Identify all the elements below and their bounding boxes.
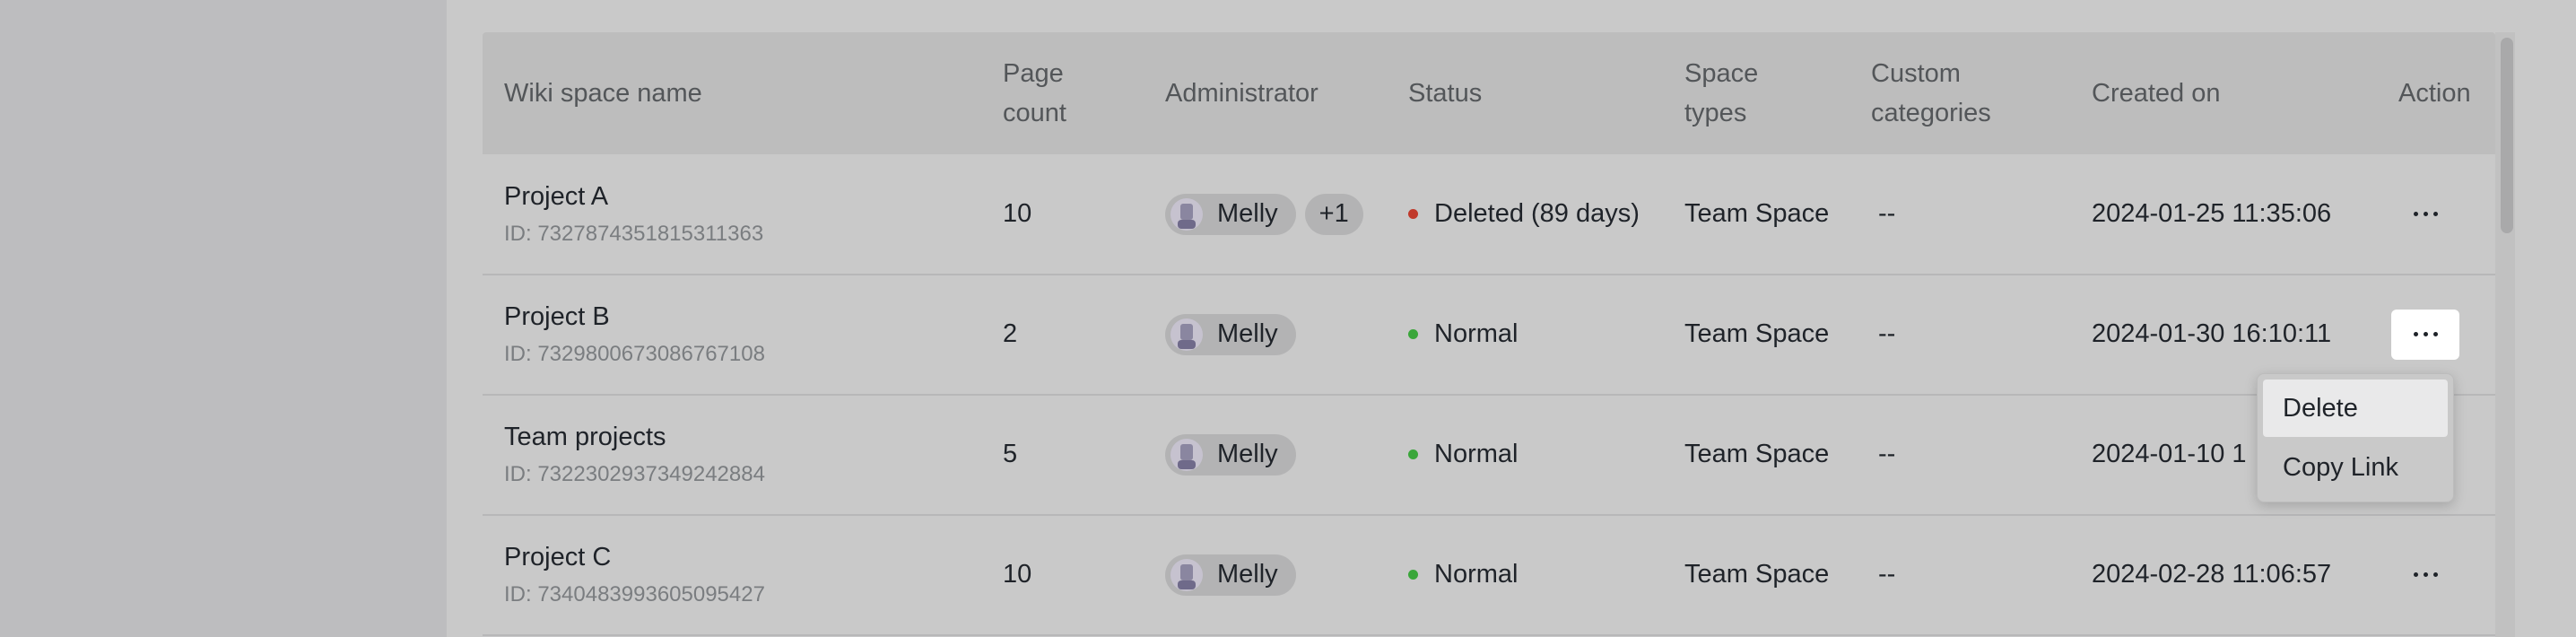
- status-dot-icon: [1408, 209, 1418, 219]
- page-count: 10: [1003, 199, 1032, 228]
- space-name[interactable]: Project C: [504, 539, 611, 575]
- header-status: Status: [1408, 79, 1483, 108]
- header-space-types-line1: Space: [1684, 59, 1759, 88]
- space-id: ID: 7322302937349242884: [504, 461, 765, 486]
- admin-more-chip[interactable]: +1: [1304, 193, 1363, 235]
- header-page-count: Page count: [1003, 32, 1066, 154]
- space-name-cell: Project A ID: 7327874351815311363: [504, 154, 763, 274]
- status-dot-icon: [1408, 449, 1418, 459]
- user-avatar-icon: [1171, 438, 1203, 471]
- status-dot-icon: [1408, 329, 1418, 339]
- status-text: Normal: [1434, 440, 1519, 468]
- page-count: 10: [1003, 560, 1032, 589]
- status-cell: Normal: [1408, 395, 1518, 514]
- administrator-cell: Melly +1: [1165, 154, 1363, 274]
- scrollbar-thumb[interactable]: [2501, 38, 2513, 233]
- status-cell: Normal: [1408, 275, 1518, 394]
- space-id: ID: 7327874351815311363: [504, 221, 764, 246]
- admin-chip[interactable]: Melly: [1165, 193, 1296, 235]
- header-administrator: Administrator: [1165, 79, 1318, 108]
- admin-name: Melly: [1217, 560, 1278, 589]
- action-dropdown-menu: Delete Copy Link: [2257, 373, 2454, 502]
- table-row[interactable]: Project B ID: 7329800673086767108 2 Mell…: [483, 275, 2495, 396]
- admin-name: Melly: [1217, 319, 1278, 348]
- space-id: ID: 7340483993605095427: [504, 581, 765, 606]
- table-row[interactable]: Project C ID: 7340483993605095427 10 Mel…: [483, 515, 2495, 636]
- space-type: Team Space: [1684, 199, 1830, 228]
- user-avatar-icon: [1171, 318, 1203, 351]
- admin-name: Melly: [1217, 199, 1278, 228]
- custom-categories: --: [1878, 319, 1896, 348]
- header-custom-line2: categories: [1871, 99, 1991, 127]
- more-actions-button[interactable]: [2391, 309, 2459, 360]
- user-avatar-icon: [1171, 197, 1203, 231]
- header-space-types: Space types: [1684, 32, 1758, 154]
- table-row[interactable]: Project A ID: 7327874351815311363 10 Mel…: [483, 154, 2495, 275]
- header-page-count-line2: count: [1003, 99, 1066, 127]
- header-page-count-line1: Page: [1003, 59, 1064, 88]
- space-name[interactable]: Project A: [504, 179, 608, 214]
- status-cell: Deleted (89 days): [1408, 154, 1640, 274]
- page-count: 5: [1003, 440, 1018, 468]
- more-horizontal-icon: [2413, 212, 2438, 216]
- status-text: Deleted (89 days): [1434, 199, 1640, 228]
- status-dot-icon: [1408, 570, 1418, 580]
- header-custom-categories: Custom categories: [1871, 32, 1991, 154]
- space-name[interactable]: Project B: [504, 299, 610, 335]
- more-actions-button[interactable]: [2391, 550, 2459, 600]
- table-row[interactable]: Team projects ID: 7322302937349242884 5 …: [483, 395, 2495, 516]
- status-text: Normal: [1434, 319, 1519, 348]
- space-type: Team Space: [1684, 440, 1830, 468]
- user-avatar-icon: [1171, 558, 1203, 591]
- created-on: 2024-01-10 1: [2092, 440, 2247, 468]
- header-custom-line1: Custom: [1871, 59, 1961, 88]
- more-actions-button[interactable]: [2391, 189, 2459, 240]
- space-name-cell: Project B ID: 7329800673086767108: [504, 275, 765, 394]
- administrator-cell: Melly: [1165, 275, 1305, 394]
- header-space-types-line2: types: [1684, 99, 1747, 127]
- more-horizontal-icon: [2413, 332, 2438, 336]
- page-count: 2: [1003, 319, 1018, 348]
- menu-item-delete[interactable]: Delete: [2263, 380, 2448, 437]
- custom-categories: --: [1878, 440, 1896, 468]
- administrator-cell: Melly: [1165, 515, 1305, 634]
- admin-chip[interactable]: Melly: [1165, 554, 1296, 596]
- custom-categories: --: [1878, 560, 1896, 589]
- header-created-on: Created on: [2092, 79, 2221, 108]
- space-name-cell: Project C ID: 7340483993605095427: [504, 515, 765, 634]
- space-type: Team Space: [1684, 319, 1830, 348]
- created-on: 2024-01-25 11:35:06: [2092, 199, 2332, 228]
- status-text: Normal: [1434, 560, 1519, 589]
- action-cell: [2391, 515, 2459, 634]
- status-cell: Normal: [1408, 515, 1518, 634]
- header-wiki-space-name: Wiki space name: [504, 79, 702, 108]
- more-horizontal-icon: [2413, 572, 2438, 577]
- left-panel: [0, 0, 447, 637]
- menu-item-copy-link[interactable]: Copy Link: [2263, 439, 2448, 496]
- space-type: Team Space: [1684, 560, 1830, 589]
- administrator-cell: Melly: [1165, 395, 1305, 514]
- admin-chip[interactable]: Melly: [1165, 433, 1296, 476]
- created-on: 2024-02-28 11:06:57: [2092, 560, 2332, 589]
- action-cell: [2391, 154, 2459, 274]
- header-action: Action: [2398, 79, 2471, 108]
- space-id: ID: 7329800673086767108: [504, 341, 765, 366]
- admin-chip[interactable]: Melly: [1165, 313, 1296, 355]
- space-name[interactable]: Team projects: [504, 419, 666, 455]
- table-header: Wiki space name Page count Administrator…: [483, 32, 2495, 154]
- admin-name: Melly: [1217, 440, 1278, 468]
- space-name-cell: Team projects ID: 7322302937349242884: [504, 395, 765, 514]
- custom-categories: --: [1878, 199, 1896, 228]
